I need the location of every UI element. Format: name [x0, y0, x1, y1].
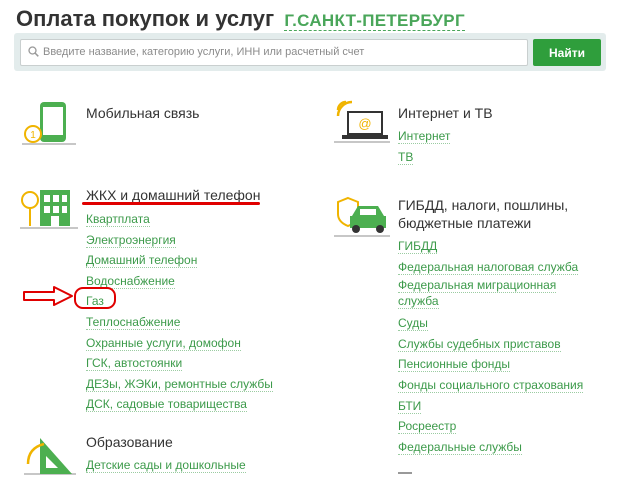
link-home-phone[interactable]: Домашний телефон	[86, 251, 273, 272]
gibdd-links: ГИБДД Федеральная налоговая служба Федер…	[398, 237, 584, 459]
category-gibdd-title-line1: ГИБДД, налоги, пошлины,	[398, 197, 569, 213]
search-icon	[28, 46, 39, 57]
search-field-container[interactable]	[20, 39, 528, 66]
search-bar: Найти	[14, 33, 606, 71]
link-water[interactable]: Водоснабжение	[86, 272, 273, 293]
link-fms-cont[interactable]: служба	[398, 294, 583, 310]
link-tv[interactable]: ТВ	[398, 148, 450, 169]
annotation-arrow-icon	[23, 286, 73, 306]
link-garage[interactable]: ГСК, автостоянки	[86, 354, 273, 375]
link-security[interactable]: Охранные услуги, домофон	[86, 334, 273, 355]
category-education-title[interactable]: Образование	[86, 433, 173, 451]
car-shield-icon	[334, 196, 390, 237]
link-gibdd[interactable]: ГИБДД	[398, 237, 583, 258]
category-internet-title[interactable]: Интернет и ТВ	[398, 104, 493, 122]
link-bti[interactable]: БТИ	[398, 397, 583, 418]
search-input[interactable]	[43, 43, 521, 61]
laptop-wifi-icon: @	[334, 100, 390, 143]
internet-links: Интернет ТВ	[398, 127, 451, 169]
mobile-phone-icon: 1	[22, 102, 76, 145]
link-internet[interactable]: Интернет	[398, 127, 451, 148]
link-pension[interactable]: Пенсионные фонды	[398, 355, 583, 376]
page-title: Оплата покупок и услуг Г.САНКТ-ПЕТЕРБУРГ	[16, 6, 465, 32]
link-bailiffs[interactable]: Службы судебных приставов	[398, 335, 583, 356]
link-electricity[interactable]: Электроэнергия	[86, 231, 273, 252]
education-links: Детские сады и дошкольные	[86, 456, 246, 477]
annotation-circle	[74, 287, 116, 309]
svg-text:1: 1	[30, 130, 36, 141]
find-button[interactable]: Найти	[533, 39, 601, 66]
link-courts[interactable]: Суды	[398, 314, 583, 335]
link-kindergartens[interactable]: Детские сады и дошкольные	[86, 456, 246, 477]
link-dsk[interactable]: ДСК, садовые товарищества	[86, 395, 273, 416]
category-gibdd-title[interactable]: ГИБДД, налоги, пошлины, бюджетные платеж…	[398, 196, 568, 232]
category-mobile-title[interactable]: Мобильная связь	[86, 104, 199, 122]
link-heating[interactable]: Теплоснабжение	[86, 313, 273, 334]
svg-text:@: @	[358, 116, 371, 131]
link-fms[interactable]: Федеральная миграционная	[398, 278, 583, 294]
link-fns[interactable]: Федеральная налоговая служба	[398, 258, 583, 279]
link-social-insurance[interactable]: Фонды социального страхования	[398, 376, 584, 397]
link-dez[interactable]: ДЕЗы, ЖЭКи, ремонтные службы	[86, 375, 273, 396]
link-federal-services[interactable]: Федеральные службы	[398, 438, 583, 459]
partial-next-item	[398, 472, 412, 474]
link-kvartplata[interactable]: Квартплата	[86, 210, 273, 231]
category-gibdd-title-line2: бюджетные платежи	[398, 215, 532, 231]
city-selector[interactable]: Г.САНКТ-ПЕТЕРБУРГ	[284, 11, 465, 31]
ruler-triangle-icon	[24, 438, 76, 475]
house-tree-icon	[20, 190, 78, 229]
link-rosreestr[interactable]: Росреестр	[398, 417, 583, 438]
annotation-underline	[82, 202, 260, 205]
housing-links: Квартплата Электроэнергия Домашний телеф…	[86, 210, 273, 416]
page-title-text: Оплата покупок и услуг	[16, 6, 275, 31]
